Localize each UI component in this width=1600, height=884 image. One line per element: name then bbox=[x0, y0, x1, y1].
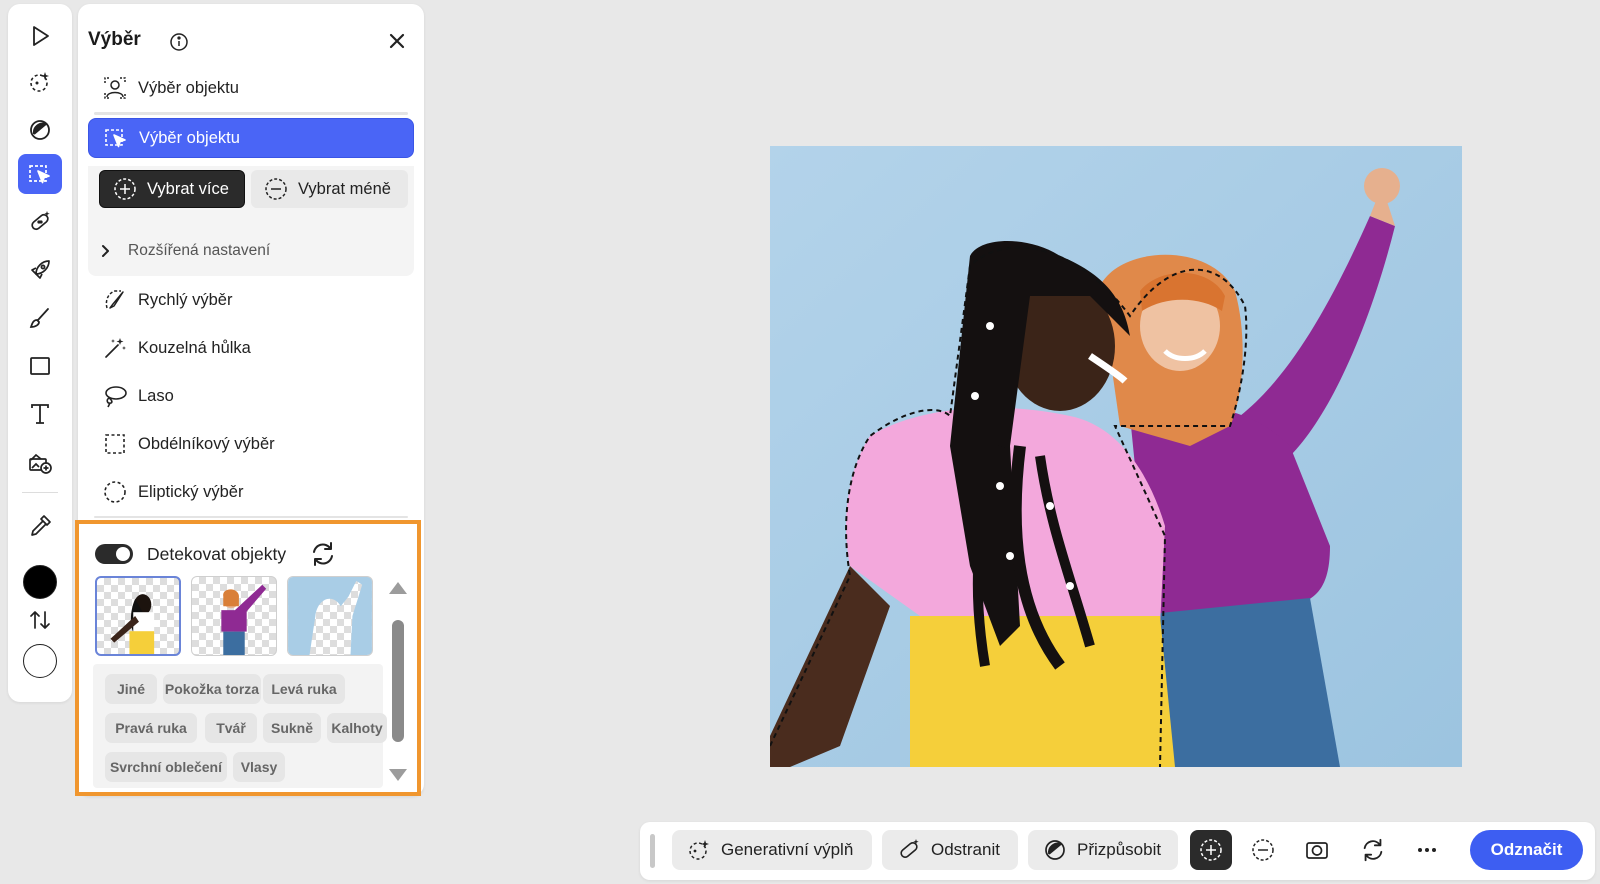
eyedropper-icon[interactable] bbox=[18, 506, 62, 546]
object-select-icon[interactable] bbox=[18, 154, 62, 194]
magic-wand-icon bbox=[102, 335, 128, 361]
person-select-icon bbox=[102, 75, 128, 101]
rocket-icon[interactable] bbox=[18, 250, 62, 290]
add-image-icon[interactable] bbox=[18, 442, 62, 482]
scroll-down-arrow[interactable] bbox=[389, 769, 407, 781]
add-circle-icon bbox=[114, 178, 136, 200]
menu-item-label: Eliptický výběr bbox=[138, 482, 244, 501]
rail-divider bbox=[22, 492, 58, 493]
detect-objects-toggle[interactable] bbox=[95, 544, 133, 564]
canvas-image[interactable] bbox=[770, 146, 1462, 767]
tag-left-arm[interactable]: Levá ruka bbox=[263, 674, 345, 704]
select-more-button[interactable]: Vybrat více bbox=[99, 170, 245, 208]
remove-button[interactable]: Odstranit bbox=[882, 830, 1018, 870]
generative-fill-icon bbox=[689, 840, 709, 860]
healing-bandage-icon[interactable] bbox=[18, 202, 62, 242]
tag-face[interactable]: Tvář bbox=[205, 713, 257, 743]
tool-rail bbox=[8, 4, 72, 702]
foreground-color-swatch[interactable] bbox=[23, 565, 57, 599]
menu-item-label: Laso bbox=[138, 386, 174, 405]
object-select-icon bbox=[103, 125, 129, 151]
subtract-circle-icon bbox=[1252, 839, 1274, 861]
brush-icon[interactable] bbox=[18, 298, 62, 338]
advanced-settings-toggle[interactable]: Rozšířená nastavení bbox=[88, 240, 270, 262]
chevron-right-icon bbox=[102, 245, 109, 257]
tag-other[interactable]: Jiné bbox=[105, 674, 157, 704]
menu-item-label: Výběr objektu bbox=[139, 128, 240, 147]
arrow-pointer-icon[interactable] bbox=[18, 16, 62, 56]
background-color-swatch[interactable] bbox=[23, 644, 57, 678]
menu-item-label: Kouzelná hůlka bbox=[138, 338, 251, 357]
tag-right-arm[interactable]: Pravá ruka bbox=[105, 713, 197, 743]
object-tags: Jiné Pokožka torza Levá ruka Pravá ruka … bbox=[93, 664, 387, 788]
adjust-button[interactable]: Přizpůsobit bbox=[1028, 830, 1178, 870]
detect-objects-section: Detekovat objekty Jiné Pokožka torza Lev… bbox=[75, 520, 421, 796]
generative-select-icon[interactable] bbox=[18, 62, 62, 102]
quick-select-icon bbox=[102, 287, 128, 313]
menu-item-label: Obdélníkový výběr bbox=[138, 434, 275, 453]
tag-outerwear[interactable]: Svrchní oblečení bbox=[105, 752, 227, 782]
advanced-settings-label: Rozšířená nastavení bbox=[128, 242, 271, 259]
menu-item-object-select-top[interactable]: Výběr objektu bbox=[88, 68, 414, 108]
menu-item-ellipse-marquee[interactable]: Eliptický výběr bbox=[88, 472, 414, 512]
panel-title: Výběr bbox=[88, 29, 141, 50]
generative-fill-label: Generativní výplň bbox=[721, 840, 854, 859]
info-icon[interactable] bbox=[168, 31, 190, 53]
detect-objects-label: Detekovat objekty bbox=[147, 544, 287, 564]
panel-separator bbox=[94, 516, 408, 518]
object-thumbnail-3[interactable] bbox=[287, 576, 373, 656]
adjust-icon bbox=[1045, 840, 1065, 860]
close-icon[interactable] bbox=[384, 28, 410, 54]
menu-item-label: Rychlý výběr bbox=[138, 290, 233, 309]
subtract-circle-icon bbox=[265, 178, 287, 200]
remove-label: Odstranit bbox=[931, 840, 1000, 859]
object-thumbnail-2[interactable] bbox=[191, 576, 277, 656]
menu-item-rectangle-marquee[interactable]: Obdélníkový výběr bbox=[88, 424, 414, 464]
panel-header: Výběr bbox=[88, 26, 414, 56]
add-circle-icon bbox=[1200, 839, 1222, 861]
ellipse-marquee-icon bbox=[102, 479, 128, 505]
text-icon[interactable] bbox=[18, 394, 62, 434]
more-options-button[interactable] bbox=[1406, 830, 1448, 870]
invert-icon bbox=[1363, 838, 1383, 862]
select-less-button[interactable]: Vybrat méně bbox=[251, 170, 408, 208]
remove-bandage-icon bbox=[900, 839, 919, 859]
generative-fill-button[interactable]: Generativní výplň bbox=[672, 830, 872, 870]
rectangle-icon[interactable] bbox=[18, 346, 62, 386]
menu-item-quick-select[interactable]: Rychlý výběr bbox=[88, 280, 414, 320]
tag-hair[interactable]: Vlasy bbox=[233, 752, 285, 782]
tag-skirt[interactable]: Sukně bbox=[263, 713, 321, 743]
rectangle-marquee-icon bbox=[102, 431, 128, 457]
scroll-up-arrow[interactable] bbox=[389, 582, 407, 594]
more-horizontal-icon bbox=[1418, 848, 1436, 852]
deselect-button[interactable]: Odznačit bbox=[1470, 830, 1583, 870]
refresh-icon[interactable] bbox=[309, 540, 337, 568]
select-less-label: Vybrat méně bbox=[298, 179, 391, 198]
scrollbar-thumb[interactable] bbox=[392, 620, 404, 742]
select-more-label: Vybrat více bbox=[147, 179, 229, 198]
swap-colors-icon[interactable] bbox=[18, 600, 62, 640]
add-to-selection-button[interactable] bbox=[1190, 830, 1232, 870]
mask-icon bbox=[1306, 842, 1328, 859]
menu-item-lasso[interactable]: Laso bbox=[88, 376, 414, 416]
adjust-icon[interactable] bbox=[18, 110, 62, 150]
menu-item-label: Výběr objektu bbox=[138, 78, 239, 97]
mask-button[interactable] bbox=[1296, 830, 1338, 870]
tag-torso-skin[interactable]: Pokožka torza bbox=[163, 674, 261, 704]
panel-separator bbox=[94, 112, 408, 115]
menu-item-object-select[interactable]: Výběr objektu bbox=[88, 118, 414, 158]
drag-handle[interactable] bbox=[650, 834, 655, 868]
lasso-icon bbox=[102, 383, 128, 409]
invert-selection-button[interactable] bbox=[1352, 830, 1394, 870]
tag-pants[interactable]: Kalhoty bbox=[327, 713, 387, 743]
object-thumbnail-1[interactable] bbox=[95, 576, 181, 656]
menu-item-magic-wand[interactable]: Kouzelná hůlka bbox=[88, 328, 414, 368]
subtract-from-selection-button[interactable] bbox=[1242, 830, 1284, 870]
contextual-taskbar: Generativní výplň Odstranit Přizpůsobit … bbox=[640, 822, 1595, 880]
adjust-label: Přizpůsobit bbox=[1077, 840, 1162, 859]
